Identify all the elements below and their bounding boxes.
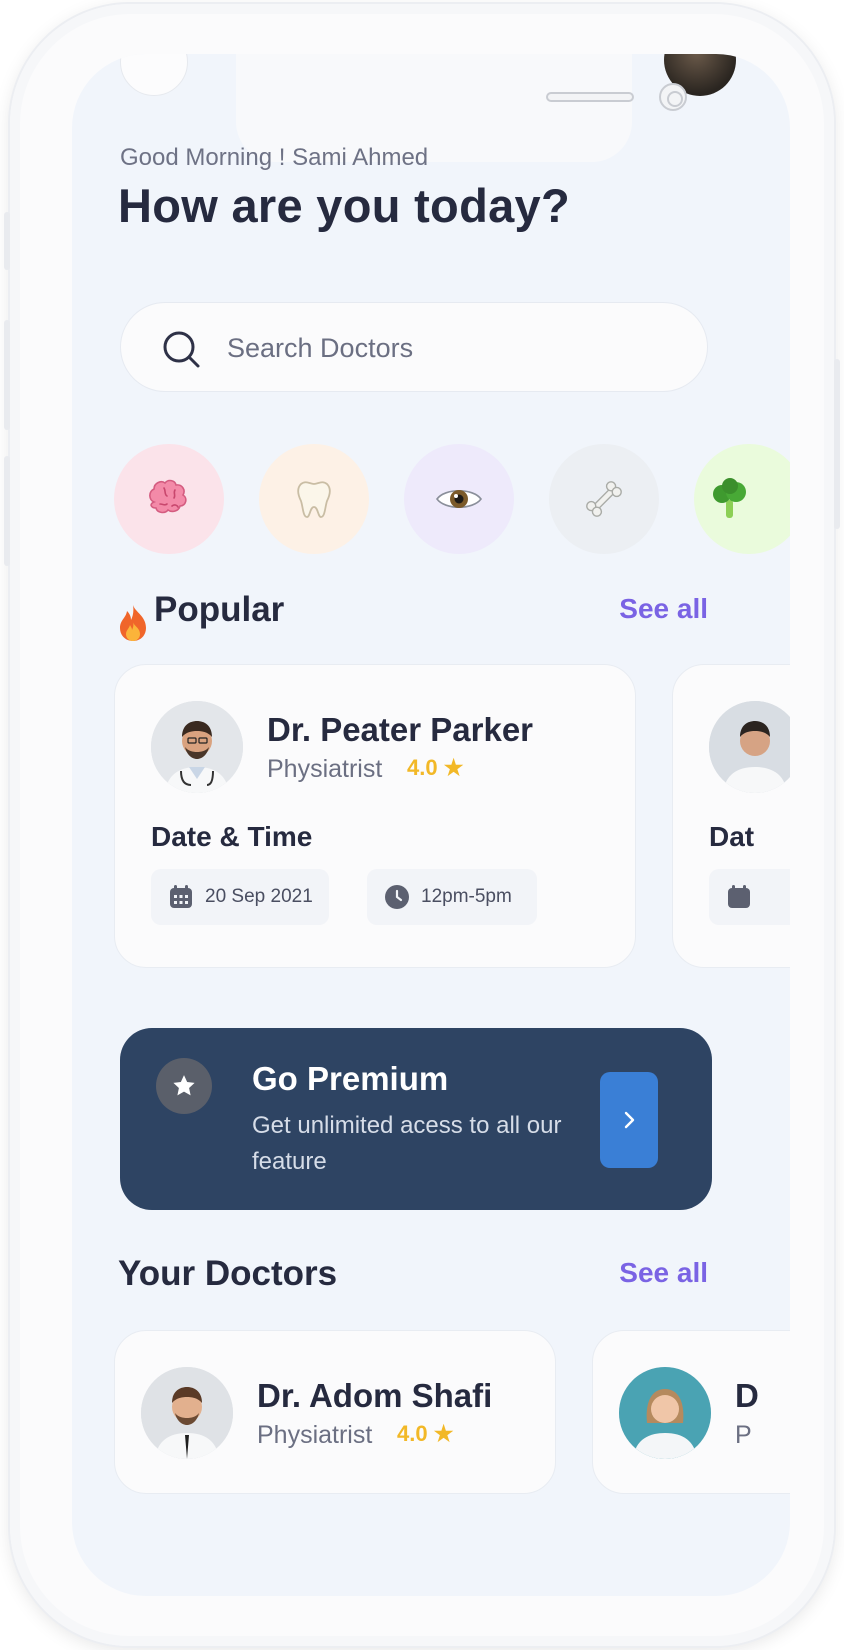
- doctor-avatar: [141, 1367, 233, 1459]
- page-title: How are you today?: [118, 179, 570, 232]
- phone-side-button: [4, 212, 10, 270]
- premium-go-button[interactable]: [600, 1072, 658, 1168]
- search-icon: [163, 331, 200, 368]
- date-time-label: Date & Time: [151, 821, 313, 852]
- doctor-photo-icon: [151, 701, 243, 793]
- premium-badge: [156, 1058, 212, 1114]
- premium-subtitle: Get unlimited acess to all our feature: [252, 1112, 562, 1175]
- category-broccoli[interactable]: [694, 444, 790, 554]
- speaker-grille: [546, 92, 634, 102]
- doctor-rating: 4.0 ★: [407, 755, 463, 781]
- category-eye[interactable]: [404, 444, 514, 554]
- front-camera: [659, 83, 687, 111]
- clock-icon: [385, 885, 409, 909]
- star-icon: ★: [433, 1421, 454, 1446]
- broccoli-icon: [713, 478, 746, 518]
- chevron-right-icon: [624, 1111, 635, 1129]
- popular-see-all-link[interactable]: See all: [619, 593, 708, 625]
- doctor-name: Dr. Adom Shafi: [257, 1377, 493, 1414]
- star-icon: [173, 1075, 195, 1096]
- star-icon: ★: [443, 755, 464, 780]
- category-brain[interactable]: [114, 444, 224, 554]
- premium-banner[interactable]: Go Premium Get unlimited acess to all ou…: [120, 1028, 712, 1210]
- premium-title: Go Premium: [252, 1060, 449, 1097]
- calendar-icon: [170, 885, 192, 908]
- doctor-photo-icon: [709, 701, 790, 793]
- doctor-name: Dr. Peater Parker: [267, 711, 534, 748]
- search-bar[interactable]: [120, 302, 708, 392]
- doctor-name: D: [735, 1377, 759, 1414]
- date-pill: [709, 869, 790, 925]
- phone-side-button: [834, 359, 840, 529]
- doctor-photo-icon: [619, 1367, 711, 1459]
- category-tooth[interactable]: [259, 444, 369, 554]
- brain-icon: [149, 479, 187, 514]
- rating-value: 4.0: [397, 1421, 428, 1446]
- search-input[interactable]: [227, 327, 647, 369]
- doctor-avatar: [619, 1367, 711, 1459]
- time-pill: 12pm-5pm: [367, 869, 537, 925]
- your-doctors-see-all-link[interactable]: See all: [619, 1257, 708, 1289]
- bone-icon: [586, 481, 622, 517]
- doctor-specialty: Physiatrist: [267, 755, 383, 783]
- phone-side-button: [4, 320, 10, 430]
- your-doctor-card[interactable]: D P: [592, 1330, 790, 1494]
- tooth-icon: [297, 481, 331, 518]
- your-doctors-heading: Your Doctors: [118, 1254, 338, 1293]
- appointment-time: 12pm-5pm: [421, 886, 512, 907]
- popular-doctor-card[interactable]: Dat: [672, 664, 790, 968]
- appointment-date: 20 Sep 2021: [205, 886, 313, 907]
- doctor-specialty: Physiatrist: [257, 1421, 373, 1449]
- popular-doctor-card[interactable]: Dr. Peater Parker Physiatrist 4.0 ★ Date…: [114, 664, 636, 968]
- date-time-label: Dat: [709, 821, 755, 852]
- rating-value: 4.0: [407, 755, 438, 780]
- category-bone[interactable]: [549, 444, 659, 554]
- calendar-icon: [728, 885, 750, 908]
- phone-side-button: [4, 456, 10, 566]
- phone-frame: Good Morning ! Sami Ahmed How are you to…: [4, 4, 840, 1646]
- doctor-avatar: [709, 701, 790, 793]
- eye-icon: [436, 489, 482, 509]
- status-bar-decoration: [120, 54, 188, 96]
- popular-heading: Popular: [154, 590, 285, 629]
- your-doctor-card[interactable]: Dr. Adom Shafi Physiatrist 4.0 ★: [114, 1330, 556, 1494]
- doctor-specialty: P: [735, 1421, 752, 1449]
- app-screen: Good Morning ! Sami Ahmed How are you to…: [72, 54, 790, 1596]
- doctor-avatar: [151, 701, 243, 793]
- doctor-rating: 4.0 ★: [397, 1421, 453, 1447]
- date-pill: 20 Sep 2021: [151, 869, 329, 925]
- doctor-photo-icon: [141, 1367, 233, 1459]
- greeting-text: Good Morning ! Sami Ahmed: [120, 144, 429, 171]
- fire-icon: [120, 605, 146, 641]
